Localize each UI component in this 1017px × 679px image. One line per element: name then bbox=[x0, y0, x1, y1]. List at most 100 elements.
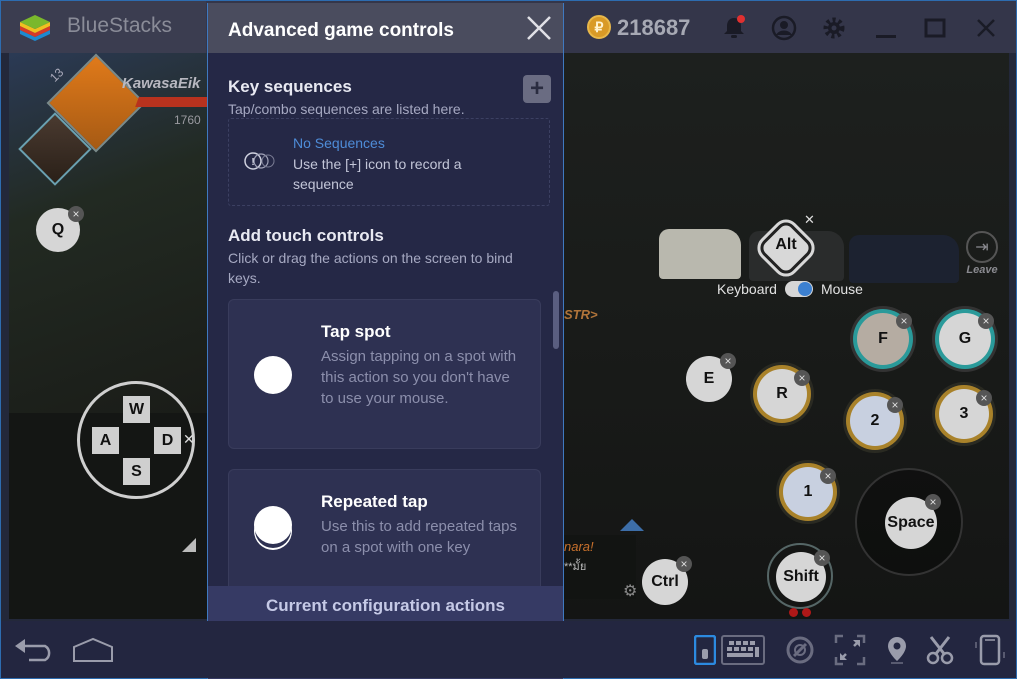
key-label: F bbox=[878, 330, 888, 347]
resize-handle-icon[interactable] bbox=[182, 538, 196, 552]
panel-title: Advanced game controls bbox=[228, 20, 454, 41]
key-control-ctrl[interactable]: Ctrl × bbox=[642, 556, 692, 605]
account-icon[interactable] bbox=[771, 15, 797, 41]
scissors-icon[interactable] bbox=[925, 635, 955, 665]
sequence-icon: ! bbox=[244, 152, 275, 170]
key-control-g[interactable]: G × bbox=[939, 313, 994, 365]
remove-icon[interactable]: × bbox=[794, 370, 810, 386]
player-name: KawasaEik bbox=[122, 75, 201, 92]
key-label: Space bbox=[887, 514, 935, 531]
home-icon[interactable] bbox=[71, 635, 115, 665]
panel-header: Advanced game controls bbox=[208, 3, 563, 53]
remove-icon[interactable]: × bbox=[887, 397, 903, 413]
key-control-r[interactable]: R × bbox=[757, 369, 810, 419]
remove-icon[interactable]: × bbox=[976, 390, 992, 406]
repeated-tap-card[interactable]: Repeated tap Use this to add repeated ta… bbox=[228, 469, 541, 587]
hp-bar bbox=[135, 97, 211, 107]
location-icon[interactable] bbox=[885, 635, 909, 665]
coin-balance[interactable]: 218687 bbox=[617, 15, 690, 41]
key-label: 1 bbox=[803, 483, 813, 500]
dpad-up[interactable]: W bbox=[123, 396, 150, 423]
key-control-f[interactable]: F × bbox=[857, 313, 912, 365]
keyboard-icon[interactable] bbox=[721, 635, 765, 665]
page-indicator bbox=[789, 608, 811, 617]
key-control-2[interactable]: 2 × bbox=[850, 396, 903, 446]
advanced-game-controls-panel: Advanced game controls Key sequences Tap… bbox=[207, 3, 564, 679]
remove-icon[interactable]: × bbox=[720, 353, 736, 369]
key-label: Alt bbox=[775, 236, 797, 253]
coin-icon: ₽ bbox=[587, 15, 611, 39]
fullscreen-icon[interactable] bbox=[834, 634, 866, 666]
repeated-tap-icon bbox=[254, 506, 292, 544]
key-label: G bbox=[958, 330, 972, 347]
chat-expand-icon[interactable] bbox=[620, 519, 644, 531]
key-sequences-subtitle: Tap/combo sequences are listed here. bbox=[228, 101, 465, 117]
key-control-3[interactable]: 3 × bbox=[939, 389, 992, 439]
remove-icon[interactable]: ✕ bbox=[804, 212, 815, 228]
app-title: BlueStacks bbox=[67, 14, 173, 37]
remove-icon[interactable]: × bbox=[925, 494, 941, 510]
exit-icon: ⇥ bbox=[966, 231, 998, 263]
toggle-label-keyboard: Keyboard bbox=[717, 281, 777, 297]
remove-icon[interactable]: × bbox=[820, 468, 836, 484]
parked-car bbox=[849, 235, 959, 283]
key-label: E bbox=[703, 370, 715, 387]
minimize-icon[interactable] bbox=[873, 15, 899, 41]
dpad-right[interactable]: D bbox=[154, 427, 181, 454]
eco-mode-icon[interactable] bbox=[785, 635, 815, 665]
footer-title: Current configuration actions bbox=[266, 596, 505, 615]
leave-label: Leave bbox=[966, 264, 998, 276]
shake-icon[interactable] bbox=[973, 634, 1007, 666]
remove-icon[interactable]: × bbox=[978, 313, 994, 329]
chat-line: nara! bbox=[564, 539, 594, 554]
dpad-control[interactable]: W A D S bbox=[77, 381, 195, 499]
card-title: Tap spot bbox=[321, 322, 391, 341]
remove-icon[interactable]: × bbox=[676, 556, 692, 572]
maximize-icon[interactable] bbox=[922, 15, 948, 41]
key-control-e[interactable]: E × bbox=[686, 353, 736, 402]
bluestacks-window: BlueStacks ₽ 218687 1 3 KawasaEik 1760 ST… bbox=[0, 0, 1017, 679]
parked-car bbox=[659, 229, 741, 279]
input-mode-toggle[interactable]: Keyboard Mouse bbox=[717, 281, 863, 297]
key-control-space[interactable]: Space × bbox=[885, 494, 941, 549]
card-description: Assign tapping on a spot with this actio… bbox=[321, 348, 517, 407]
key-label: Ctrl bbox=[651, 573, 679, 590]
key-label: 2 bbox=[870, 412, 880, 429]
chat-settings-icon[interactable]: ⚙ bbox=[623, 581, 637, 601]
dpad-down[interactable]: S bbox=[123, 458, 150, 485]
toggle-switch[interactable] bbox=[784, 281, 813, 297]
card-title: Repeated tap bbox=[321, 492, 428, 511]
leave-button[interactable]: ⇥ Leave bbox=[964, 231, 1000, 279]
no-sequences-label: No Sequences bbox=[293, 135, 385, 151]
key-label: Shift bbox=[783, 568, 819, 585]
touch-controls-title: Add touch controls bbox=[228, 226, 384, 245]
no-sequences-hint: Use the [+] icon to record a sequence bbox=[293, 156, 462, 192]
key-label: 3 bbox=[959, 405, 969, 422]
add-sequence-button[interactable]: + bbox=[523, 75, 551, 103]
panel-scrollbar[interactable] bbox=[553, 291, 559, 349]
close-icon[interactable] bbox=[973, 15, 999, 41]
key-control-1[interactable]: 1 × bbox=[783, 467, 836, 517]
key-control-q[interactable]: Q × bbox=[36, 206, 84, 252]
key-control-shift[interactable]: Shift × bbox=[776, 550, 830, 602]
game-controls-icon[interactable] bbox=[694, 635, 716, 665]
key-sequences-title: Key sequences bbox=[228, 77, 352, 96]
bluestacks-logo-icon bbox=[20, 15, 50, 41]
str-label: STR> bbox=[564, 307, 598, 322]
bottom-toolbar bbox=[1, 621, 1016, 678]
gear-icon[interactable] bbox=[821, 15, 847, 41]
remove-icon[interactable]: × bbox=[814, 550, 830, 566]
tap-spot-icon bbox=[254, 356, 292, 394]
dpad-left[interactable]: A bbox=[92, 427, 119, 454]
tap-spot-card[interactable]: Tap spot Assign tapping on a spot with t… bbox=[228, 299, 541, 449]
chat-line: **มั้ย bbox=[564, 561, 587, 573]
close-icon[interactable] bbox=[525, 14, 553, 42]
remove-icon[interactable]: × bbox=[896, 313, 912, 329]
key-label: Q bbox=[51, 221, 65, 238]
bell-icon[interactable] bbox=[721, 15, 747, 41]
remove-icon[interactable]: × bbox=[68, 206, 84, 222]
dpad-remove-icon[interactable]: ✕ bbox=[183, 431, 195, 448]
back-icon[interactable] bbox=[13, 635, 55, 665]
touch-controls-subtitle: Click or drag the actions on the screen … bbox=[228, 250, 513, 286]
key-label: R bbox=[776, 385, 788, 402]
